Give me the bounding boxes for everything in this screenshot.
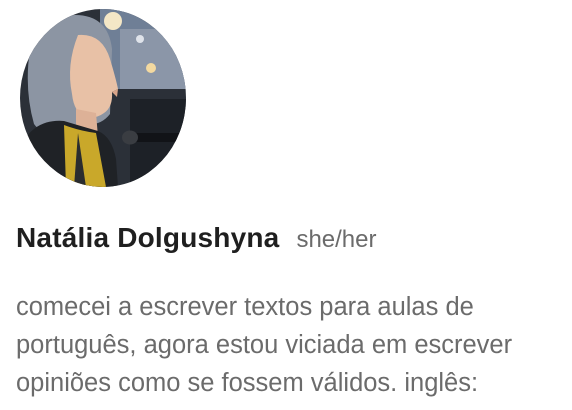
profile-name[interactable]: Natália Dolgushyna (16, 222, 279, 254)
profile-pronouns: she/her (296, 226, 377, 253)
bio-line: português, agora estou viciada em escrev… (16, 331, 513, 359)
light-bokeh (104, 12, 122, 30)
microphone-icon (122, 130, 138, 145)
name-row: Natália Dolgushyna she/her (16, 222, 377, 254)
avatar-photo (20, 9, 186, 187)
profile-bio: comecei a escrever textos para aulas de … (16, 288, 568, 402)
light-bokeh (136, 35, 144, 43)
bio-line: comecei a escrever textos para aulas de (16, 293, 474, 321)
avatar[interactable] (20, 9, 186, 187)
light-bokeh (146, 63, 156, 73)
bio-line: opiniões como se fossem válidos. inglês: (16, 369, 479, 397)
profile-card: Natália Dolgushyna she/her comecei a esc… (0, 0, 572, 410)
